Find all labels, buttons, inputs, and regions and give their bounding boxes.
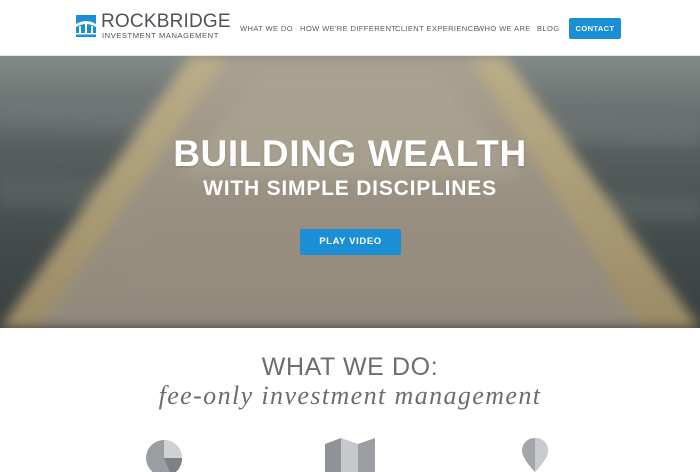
- play-video-button[interactable]: PLAY VIDEO: [300, 229, 401, 255]
- nav-item-blog[interactable]: BLOG: [537, 24, 560, 34]
- pie-chart-icon: [146, 440, 183, 472]
- hero-title: BUILDING WEALTH: [173, 133, 527, 174]
- logo[interactable]: ROCKBRIDGE INVESTMENT MANAGEMENT: [76, 12, 231, 43]
- nav-item-what-we-do[interactable]: WHAT WE DO: [240, 24, 293, 34]
- site-header: ROCKBRIDGE INVESTMENT MANAGEMENT WHAT WE…: [0, 0, 700, 56]
- nav-item-how-were-different[interactable]: HOW WE'RE DIFFERENT: [300, 24, 396, 34]
- contact-button[interactable]: CONTACT: [569, 18, 621, 39]
- bridge-logo-icon: [76, 15, 96, 37]
- hero-subtitle: WITH SIMPLE DISCIPLINES: [203, 177, 497, 200]
- brand-name: ROCKBRIDGE: [101, 11, 231, 32]
- section-subtitle: fee-only investment management: [158, 381, 542, 410]
- nav-item-who-we-are[interactable]: WHO WE ARE: [477, 24, 531, 34]
- hero-banner: BUILDING WEALTH WITH SIMPLE DISCIPLINES …: [0, 56, 700, 328]
- nav-item-client-experience[interactable]: CLIENT EXPERIENCE: [395, 24, 479, 34]
- brand-tagline: INVESTMENT MANAGEMENT: [102, 31, 219, 40]
- map-icon: [325, 438, 375, 472]
- section-title: WHAT WE DO:: [261, 353, 439, 381]
- location-pin-icon: [522, 438, 548, 472]
